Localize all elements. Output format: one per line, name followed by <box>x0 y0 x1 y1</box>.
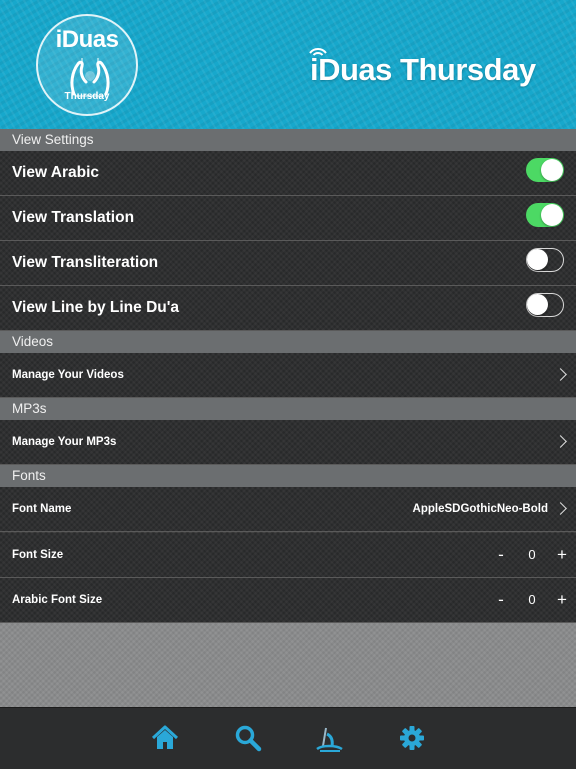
toggle-knob <box>527 249 548 270</box>
toggle-knob <box>527 294 548 315</box>
chevron-right-icon <box>554 435 567 448</box>
empty-area <box>0 623 576 707</box>
logo-day: Thursday <box>64 91 110 102</box>
toggle-knob <box>541 159 563 181</box>
manage-mp3s-row[interactable]: Manage Your MP3s <box>0 420 576 465</box>
toggle-knob <box>541 204 563 226</box>
search-icon[interactable] <box>233 724 263 752</box>
font-size-decrease-button[interactable]: - <box>494 533 508 577</box>
setting-label: View Translation <box>12 209 135 226</box>
chevron-right-icon <box>554 368 567 381</box>
section-header-mp3s: MP3s <box>0 398 576 420</box>
font-size-label: Font Size <box>12 549 64 561</box>
app-logo: iDuas Thursday <box>36 14 138 116</box>
view-arabic-toggle[interactable] <box>526 158 564 182</box>
setting-label: View Line by Line Du'a <box>12 299 180 316</box>
arabic-font-size-increase-button[interactable]: + <box>554 578 570 622</box>
setting-row-view-arabic: View Arabic <box>0 151 576 196</box>
font-size-row: Font Size - 0 + <box>0 533 576 578</box>
view-transliteration-toggle[interactable] <box>526 248 564 272</box>
manage-mp3s-label: Manage Your MP3s <box>12 436 117 448</box>
chevron-right-icon <box>554 502 567 515</box>
arabic-font-size-row: Arabic Font Size - 0 + <box>0 578 576 623</box>
setting-row-view-transliteration: View Transliteration <box>0 241 576 286</box>
manage-videos-label: Manage Your Videos <box>12 369 124 381</box>
setting-label: View Arabic <box>12 164 100 181</box>
setting-row-view-line-by-line: View Line by Line Du'a <box>0 286 576 331</box>
section-header-fonts: Fonts <box>0 465 576 487</box>
section-header-videos: Videos <box>0 331 576 353</box>
prayer-icon[interactable] <box>314 724 344 752</box>
font-name-value: AppleSDGothicNeo-Bold <box>412 503 548 515</box>
view-translation-toggle[interactable] <box>526 203 564 227</box>
arabic-font-size-decrease-button[interactable]: - <box>494 578 508 622</box>
home-icon[interactable] <box>150 724 180 752</box>
arabic-font-size-value: 0 <box>528 592 536 607</box>
setting-row-view-translation: View Translation <box>0 196 576 241</box>
tab-bar <box>0 707 576 769</box>
section-header-view-settings: View Settings <box>0 129 576 151</box>
view-line-by-line-toggle[interactable] <box>526 293 564 317</box>
gear-icon[interactable] <box>397 724 427 752</box>
setting-label: View Transliteration <box>12 254 159 271</box>
manage-videos-row[interactable]: Manage Your Videos <box>0 353 576 398</box>
font-size-value: 0 <box>528 547 536 562</box>
arabic-font-size-label: Arabic Font Size <box>12 594 103 606</box>
font-name-label: Font Name <box>12 503 72 515</box>
app-header: iDuas Thursday iDuas Thursday <box>0 0 576 130</box>
font-name-row[interactable]: Font Name AppleSDGothicNeo-Bold <box>0 487 576 532</box>
font-size-increase-button[interactable]: + <box>554 533 570 577</box>
app-title: iDuas Thursday <box>310 52 536 87</box>
